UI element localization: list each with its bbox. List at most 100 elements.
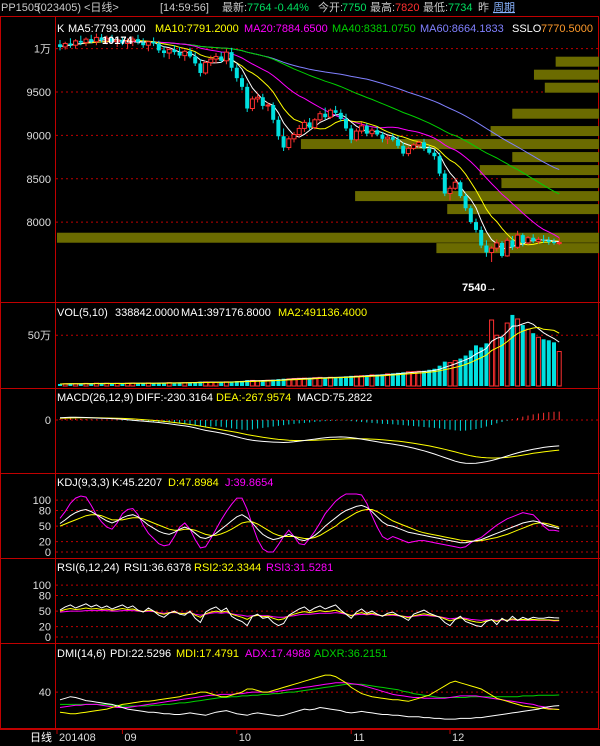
candle-body <box>145 41 151 46</box>
candle-body <box>78 40 83 43</box>
candle-body <box>68 43 73 46</box>
dmi-adx-line <box>59 682 560 710</box>
time-label: [14:59:56] <box>160 2 209 14</box>
low-marker: 7540 <box>462 282 486 294</box>
candle-body <box>162 50 166 54</box>
candle-body <box>208 58 214 64</box>
candle-body <box>556 242 562 245</box>
candle-body <box>401 145 406 154</box>
candle-body <box>405 147 411 155</box>
dmi-panel[interactable]: 40 <box>39 674 599 720</box>
period-label: <日线> <box>84 0 119 14</box>
vol-legend-name: VOL(5,10) <box>57 307 108 319</box>
low-value: 7734 <box>448 2 472 14</box>
latest-value: 7764 <box>247 2 271 14</box>
kdj-panel[interactable]: 1008050200 <box>33 493 599 559</box>
candle-body <box>416 141 422 146</box>
rsi-panel[interactable]: 1008050200 <box>33 580 599 644</box>
code-label: (023405) <box>37 2 81 14</box>
candle-body <box>375 130 380 135</box>
dmi-legend-adx: ADX:17.4988 <box>245 648 310 660</box>
cycle-button[interactable]: 周期 <box>493 1 515 14</box>
main-y-tick: 8500 <box>27 174 51 186</box>
x-axis-tick-label: 10 <box>239 732 251 744</box>
volume-profile-bar <box>501 178 599 189</box>
dmi-legend-adxr: ADXR:36.2151 <box>314 648 387 660</box>
candle-body <box>323 113 328 118</box>
candle-body <box>369 129 375 135</box>
rsi-legend-name: RSI(6,12,24) <box>57 562 119 574</box>
candle-body <box>307 122 312 128</box>
candle-body <box>291 134 297 140</box>
candle-body <box>494 242 500 249</box>
low-marker-arrow: → <box>486 282 497 294</box>
volume-bar <box>333 377 338 386</box>
stock-chart[interactable]: PP1505 (023405) <日线> [14:59:56] 最新: 7764… <box>0 0 600 746</box>
ma20-legend: MA20:7884.6500 <box>244 23 328 35</box>
candle-body <box>510 240 515 248</box>
oscillator-y-tick: 50 <box>39 606 51 618</box>
dmi-mdi-line <box>59 674 560 715</box>
x-axis-tick-label: 12 <box>452 732 464 744</box>
x-axis: 201408 09 10 11 12 <box>56 729 464 744</box>
macd-dea-line <box>59 417 560 459</box>
vol-legend-ma1: MA1:397176.8000 <box>181 307 271 319</box>
sslo-legend: SSLO <box>512 23 542 35</box>
volume-bar <box>474 345 478 386</box>
volume-profile-bar <box>555 56 599 67</box>
candle-body <box>474 222 478 230</box>
volume-bar <box>525 328 531 387</box>
ma60-line <box>59 40 560 171</box>
macd-panel[interactable]: 0 <box>45 411 599 464</box>
candle-body <box>193 56 198 64</box>
kdj-legend-name: KDJ(9,3,3) <box>57 477 110 489</box>
candle-body <box>301 121 307 129</box>
candle-body <box>411 144 417 149</box>
candle-body <box>203 62 209 74</box>
oscillator-y-tick: 80 <box>39 506 51 518</box>
volume-panel[interactable]: 50万 <box>28 314 599 387</box>
candle-body <box>479 229 484 246</box>
main-y-tick: 9500 <box>27 87 51 99</box>
candle-body <box>535 238 541 242</box>
prev-label: 昨 <box>478 1 489 14</box>
open-value: 7750 <box>342 2 366 14</box>
candle-body <box>260 97 265 106</box>
high-value: 7820 <box>395 2 419 14</box>
kdj-j-line <box>59 493 560 553</box>
candle-body <box>359 125 365 132</box>
rsi1-line <box>59 603 560 628</box>
candle-body <box>223 51 229 62</box>
volume-bar <box>489 319 495 387</box>
candle-body <box>484 245 489 253</box>
volume-bar <box>515 318 521 387</box>
candle-body <box>62 42 68 48</box>
candle-body <box>432 152 437 157</box>
volume-bar <box>531 333 536 386</box>
volume-ma1-line <box>59 321 560 385</box>
volume-y-tick: 50万 <box>28 330 51 342</box>
dmi-pdi-line <box>59 696 560 720</box>
panel-frames <box>0 16 600 730</box>
x-axis-tick-label: 201408 <box>59 732 96 744</box>
candle-body <box>213 55 219 60</box>
macd-legend-dea: DEA:-267.9574 <box>216 392 291 404</box>
candle-body <box>93 36 99 43</box>
candle-body <box>353 130 359 141</box>
vol-legend-value: 338842.0000 <box>115 307 179 319</box>
dmi-legend-pdi: PDI:22.5296 <box>110 648 171 660</box>
candlestick-panel[interactable]: 1万 9500 9000 8500 8000 <box>27 33 599 262</box>
candle-body <box>286 138 292 149</box>
candle-body <box>500 242 504 256</box>
candle-body <box>249 98 255 110</box>
candle-body <box>73 40 79 46</box>
dmi-legend-name: DMI(14,6) <box>57 648 106 660</box>
candle-body <box>219 56 224 61</box>
macd-legend-diff: DIFF:-230.3164 <box>136 392 213 404</box>
kdj-legend-k: K:45.2207 <box>112 477 162 489</box>
candle-body <box>234 67 239 79</box>
candle-body <box>338 112 343 119</box>
volume-bar <box>546 340 551 386</box>
volume-profile-bar <box>490 126 599 137</box>
candle-body <box>541 239 546 241</box>
